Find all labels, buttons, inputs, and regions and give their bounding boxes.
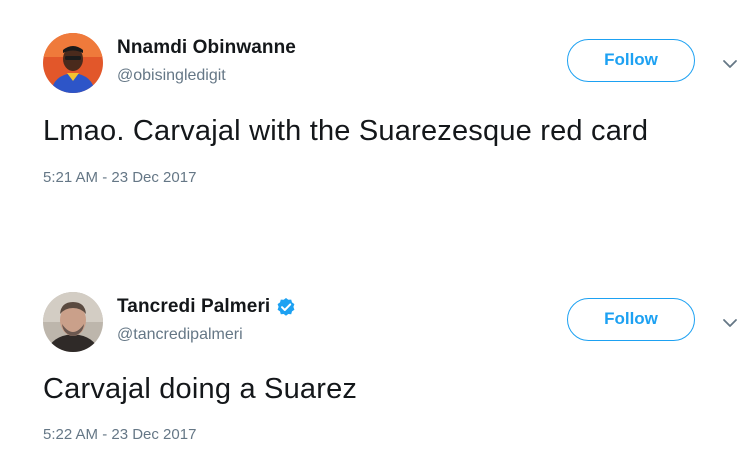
tweet-text: Carvajal doing a Suarez: [43, 373, 358, 405]
tweet: Tancredi Palmeri @tancredipalmeri Follow…: [0, 258, 750, 470]
tweet-timestamp[interactable]: 5:21 AM - 23 Dec 2017: [43, 169, 196, 186]
avatar-photo: [43, 292, 103, 352]
verified-badge-icon: [276, 297, 296, 317]
avatar[interactable]: [43, 292, 103, 352]
chevron-down-icon[interactable]: [722, 316, 738, 328]
chevron-down-icon[interactable]: [722, 57, 738, 69]
tweet: Nnamdi Obinwanne @obisingledigit Follow …: [0, 0, 750, 230]
name-row: Nnamdi Obinwanne: [117, 37, 296, 59]
follow-button[interactable]: Follow: [567, 298, 695, 341]
tweet-timestamp[interactable]: 5:22 AM - 23 Dec 2017: [43, 426, 196, 443]
display-name[interactable]: Tancredi Palmeri: [117, 296, 270, 318]
avatar-photo: [43, 33, 103, 93]
avatar[interactable]: [43, 33, 103, 93]
tweet-text: Lmao. Carvajal with the Suarezesque red …: [43, 115, 649, 147]
display-name[interactable]: Nnamdi Obinwanne: [117, 37, 296, 59]
name-row: Tancredi Palmeri: [117, 296, 296, 318]
user-handle[interactable]: @obisingledigit: [117, 67, 226, 85]
follow-button[interactable]: Follow: [567, 39, 695, 82]
user-handle[interactable]: @tancredipalmeri: [117, 326, 243, 344]
